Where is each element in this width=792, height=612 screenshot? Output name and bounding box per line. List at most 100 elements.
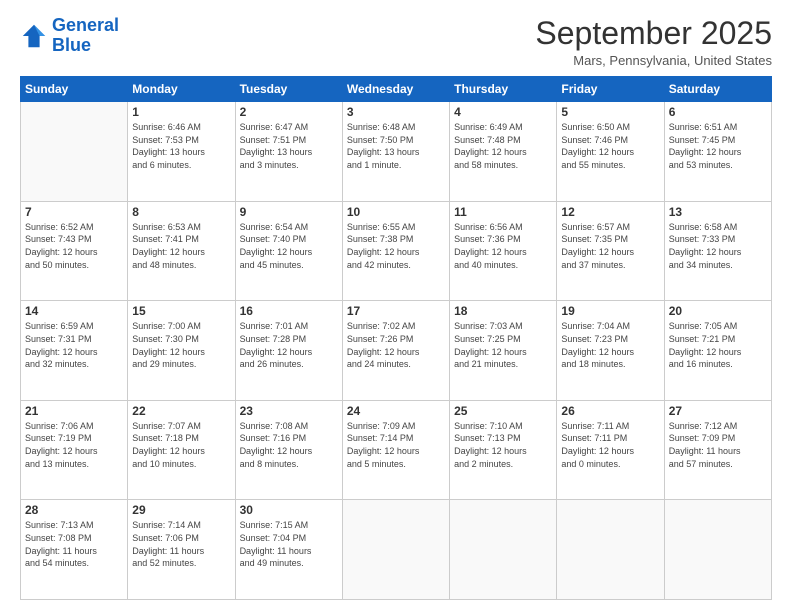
day-info: Sunrise: 6:56 AMSunset: 7:36 PMDaylight:… — [454, 221, 552, 271]
day-number: 22 — [132, 404, 230, 418]
day-info: Sunrise: 7:11 AMSunset: 7:11 PMDaylight:… — [561, 420, 659, 470]
calendar-cell: 16Sunrise: 7:01 AMSunset: 7:28 PMDayligh… — [235, 301, 342, 401]
calendar-cell: 6 Sunrise: 6:51 AMSunset: 7:45 PMDaylight… — [664, 102, 771, 202]
calendar-week-row: 14 Sunrise: 6:59 AMSunset: 7:31 PMDayligh… — [21, 301, 772, 401]
day-number: 25 — [454, 404, 552, 418]
location: Mars, Pennsylvania, United States — [535, 53, 772, 68]
day-info: Sunrise: 7:13 AMSunset: 7:08 PMDaylight:… — [25, 519, 123, 569]
calendar-cell: 7 Sunrise: 6:52 AMSunset: 7:43 PMDaylight… — [21, 201, 128, 301]
logo-line1: General — [52, 15, 119, 35]
day-number: 23 — [240, 404, 338, 418]
day-number: 7 — [25, 205, 123, 219]
calendar-cell: 15 Sunrise: 7:00 AMSunset: 7:30 PMDayligh… — [128, 301, 235, 401]
calendar-cell — [342, 500, 449, 600]
day-number: 24 — [347, 404, 445, 418]
day-number: 26 — [561, 404, 659, 418]
calendar-cell: 26 Sunrise: 7:11 AMSunset: 7:11 PMDayligh… — [557, 400, 664, 500]
weekday-header: Monday — [128, 77, 235, 102]
calendar-cell — [450, 500, 557, 600]
calendar-cell: 13 Sunrise: 6:58 AMSunset: 7:33 PMDayligh… — [664, 201, 771, 301]
calendar-cell: 12 Sunrise: 6:57 AMSunset: 7:35 PMDayligh… — [557, 201, 664, 301]
day-number: 19 — [561, 304, 659, 318]
day-number: 30 — [240, 503, 338, 517]
header: General Blue September 2025 Mars, Pennsy… — [20, 16, 772, 68]
day-number: 8 — [132, 205, 230, 219]
day-info: Sunrise: 7:06 AMSunset: 7:19 PMDaylight:… — [25, 420, 123, 470]
calendar-cell: 8Sunrise: 6:53 AMSunset: 7:41 PMDaylight… — [128, 201, 235, 301]
day-info: Sunrise: 6:51 AMSunset: 7:45 PMDaylight:… — [669, 121, 767, 171]
day-number: 27 — [669, 404, 767, 418]
day-info: Sunrise: 7:10 AMSunset: 7:13 PMDaylight:… — [454, 420, 552, 470]
day-info: Sunrise: 6:54 AMSunset: 7:40 PMDaylight:… — [240, 221, 338, 271]
calendar-table: SundayMondayTuesdayWednesdayThursdayFrid… — [20, 76, 772, 600]
day-number: 10 — [347, 205, 445, 219]
page: General Blue September 2025 Mars, Pennsy… — [0, 0, 792, 612]
day-number: 6 — [669, 105, 767, 119]
day-info: Sunrise: 7:09 AMSunset: 7:14 PMDaylight:… — [347, 420, 445, 470]
month-title: September 2025 — [535, 16, 772, 51]
day-number: 9 — [240, 205, 338, 219]
logo-text: General Blue — [52, 16, 119, 56]
day-info: Sunrise: 7:08 AMSunset: 7:16 PMDaylight:… — [240, 420, 338, 470]
day-info: Sunrise: 7:04 AMSunset: 7:23 PMDaylight:… — [561, 320, 659, 370]
day-number: 18 — [454, 304, 552, 318]
day-info: Sunrise: 6:50 AMSunset: 7:46 PMDaylight:… — [561, 121, 659, 171]
day-number: 4 — [454, 105, 552, 119]
calendar-cell — [557, 500, 664, 600]
day-info: Sunrise: 6:57 AMSunset: 7:35 PMDaylight:… — [561, 221, 659, 271]
calendar-cell: 9 Sunrise: 6:54 AMSunset: 7:40 PMDaylight… — [235, 201, 342, 301]
calendar-cell: 29 Sunrise: 7:14 AMSunset: 7:06 PMDayligh… — [128, 500, 235, 600]
calendar-cell: 22 Sunrise: 7:07 AMSunset: 7:18 PMDayligh… — [128, 400, 235, 500]
weekday-header: Thursday — [450, 77, 557, 102]
calendar-cell: 11Sunrise: 6:56 AMSunset: 7:36 PMDayligh… — [450, 201, 557, 301]
day-info: Sunrise: 7:07 AMSunset: 7:18 PMDaylight:… — [132, 420, 230, 470]
weekday-header: Saturday — [664, 77, 771, 102]
day-info: Sunrise: 6:48 AMSunset: 7:50 PMDaylight:… — [347, 121, 445, 171]
calendar-week-row: 1 Sunrise: 6:46 AMSunset: 7:53 PMDaylight… — [21, 102, 772, 202]
day-number: 3 — [347, 105, 445, 119]
day-number: 1 — [132, 105, 230, 119]
day-info: Sunrise: 6:59 AMSunset: 7:31 PMDaylight:… — [25, 320, 123, 370]
calendar-cell: 23 Sunrise: 7:08 AMSunset: 7:16 PMDayligh… — [235, 400, 342, 500]
weekday-header-row: SundayMondayTuesdayWednesdayThursdayFrid… — [21, 77, 772, 102]
logo: General Blue — [20, 16, 119, 56]
day-info: Sunrise: 6:52 AMSunset: 7:43 PMDaylight:… — [25, 221, 123, 271]
day-info: Sunrise: 7:03 AMSunset: 7:25 PMDaylight:… — [454, 320, 552, 370]
calendar-cell: 17Sunrise: 7:02 AMSunset: 7:26 PMDayligh… — [342, 301, 449, 401]
day-info: Sunrise: 7:14 AMSunset: 7:06 PMDaylight:… — [132, 519, 230, 569]
day-number: 29 — [132, 503, 230, 517]
day-info: Sunrise: 6:49 AMSunset: 7:48 PMDaylight:… — [454, 121, 552, 171]
day-number: 17 — [347, 304, 445, 318]
day-info: Sunrise: 6:58 AMSunset: 7:33 PMDaylight:… — [669, 221, 767, 271]
calendar-cell: 3 Sunrise: 6:48 AMSunset: 7:50 PMDaylight… — [342, 102, 449, 202]
calendar-cell: 2Sunrise: 6:47 AMSunset: 7:51 PMDaylight… — [235, 102, 342, 202]
calendar-cell: 30 Sunrise: 7:15 AMSunset: 7:04 PMDayligh… — [235, 500, 342, 600]
day-info: Sunrise: 7:01 AMSunset: 7:28 PMDaylight:… — [240, 320, 338, 370]
calendar-cell: 14 Sunrise: 6:59 AMSunset: 7:31 PMDayligh… — [21, 301, 128, 401]
day-number: 12 — [561, 205, 659, 219]
day-number: 13 — [669, 205, 767, 219]
calendar-cell: 21 Sunrise: 7:06 AMSunset: 7:19 PMDayligh… — [21, 400, 128, 500]
day-info: Sunrise: 7:15 AMSunset: 7:04 PMDaylight:… — [240, 519, 338, 569]
calendar-cell — [21, 102, 128, 202]
day-number: 14 — [25, 304, 123, 318]
calendar-week-row: 7 Sunrise: 6:52 AMSunset: 7:43 PMDaylight… — [21, 201, 772, 301]
day-number: 28 — [25, 503, 123, 517]
calendar-cell: 20Sunrise: 7:05 AMSunset: 7:21 PMDayligh… — [664, 301, 771, 401]
day-number: 15 — [132, 304, 230, 318]
weekday-header: Wednesday — [342, 77, 449, 102]
calendar-cell: 28 Sunrise: 7:13 AMSunset: 7:08 PMDayligh… — [21, 500, 128, 600]
logo-line2: Blue — [52, 35, 91, 55]
day-info: Sunrise: 7:00 AMSunset: 7:30 PMDaylight:… — [132, 320, 230, 370]
calendar-cell: 24 Sunrise: 7:09 AMSunset: 7:14 PMDayligh… — [342, 400, 449, 500]
day-number: 5 — [561, 105, 659, 119]
day-info: Sunrise: 7:05 AMSunset: 7:21 PMDaylight:… — [669, 320, 767, 370]
calendar-week-row: 28 Sunrise: 7:13 AMSunset: 7:08 PMDayligh… — [21, 500, 772, 600]
day-number: 21 — [25, 404, 123, 418]
weekday-header: Tuesday — [235, 77, 342, 102]
weekday-header: Sunday — [21, 77, 128, 102]
calendar-cell: 4 Sunrise: 6:49 AMSunset: 7:48 PMDaylight… — [450, 102, 557, 202]
calendar-cell: 18 Sunrise: 7:03 AMSunset: 7:25 PMDayligh… — [450, 301, 557, 401]
calendar-cell — [664, 500, 771, 600]
day-info: Sunrise: 6:46 AMSunset: 7:53 PMDaylight:… — [132, 121, 230, 171]
